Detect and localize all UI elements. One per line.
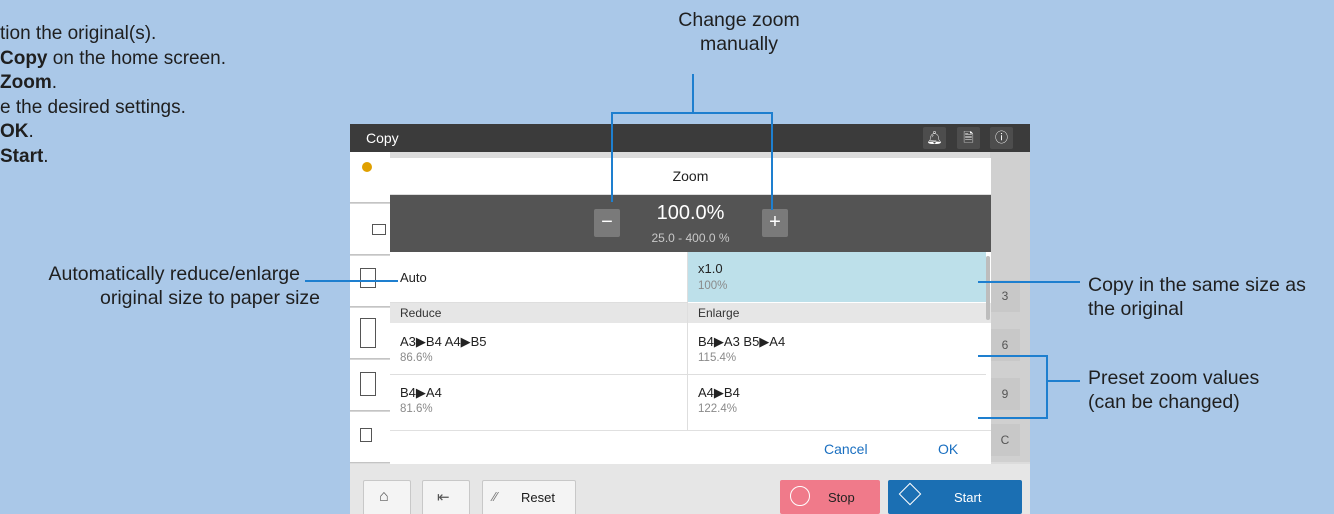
step-4: e the desired settings. — [0, 96, 186, 118]
zoom-page-icon — [360, 318, 376, 348]
cancel-button[interactable]: Cancel — [824, 441, 868, 457]
zoom-callout-bar — [611, 112, 773, 114]
start-icon — [898, 482, 922, 506]
finishing-icon — [360, 428, 372, 442]
step-3: Zoom. — [0, 72, 57, 93]
exit-button[interactable]: ⇤ — [422, 480, 470, 514]
exit-icon: ⇤ — [437, 489, 450, 506]
keypad-9[interactable]: 9 — [990, 378, 1020, 410]
stop-icon — [790, 486, 810, 506]
same-size-annotation: Copy in the same size as the original — [1088, 274, 1306, 320]
auto-callout-line — [305, 280, 398, 282]
duplex-icon — [372, 224, 386, 235]
step-5: OK. — [0, 121, 34, 142]
start-button[interactable]: Start — [888, 480, 1022, 514]
zoom-callout-left — [611, 112, 613, 202]
preset-callout-line — [1046, 380, 1080, 382]
reset-icon: ⁄⁄ — [493, 489, 498, 504]
layout-tile[interactable] — [350, 360, 390, 411]
preset-bracket-bottom — [978, 417, 1048, 419]
paper-icon — [360, 268, 376, 288]
instruction-steps: tion the original(s). Copy on the home s… — [0, 22, 226, 169]
auto-option[interactable]: Auto — [390, 252, 687, 303]
preset-annotation: Preset zoom values (can be changed) — [1088, 367, 1260, 413]
change-zoom-annotation: Change zoom manually — [678, 9, 800, 55]
bell-icon[interactable]: 🔔︎ — [923, 127, 946, 149]
step-2: Copy on the home screen. — [0, 47, 226, 69]
list-scrollbar[interactable] — [986, 256, 990, 320]
preset-b4-a4[interactable]: B4▶A4 81.6% — [390, 375, 687, 430]
reduce-header: Reduce — [390, 303, 687, 323]
left-function-column — [350, 152, 390, 463]
zoom-callout-right — [771, 112, 773, 210]
stop-button[interactable]: Stop — [780, 480, 880, 514]
finishing-tile[interactable] — [350, 412, 390, 463]
step-6: Start. — [0, 145, 49, 167]
enlarge-header: Enlarge — [688, 303, 991, 323]
auto-annotation: Automatically reduce/enlarge original si… — [48, 263, 321, 309]
step-1: tion the original(s). — [0, 23, 157, 44]
zoom-tile[interactable] — [350, 308, 390, 359]
home-icon: ⌂ — [379, 488, 389, 505]
color-mode-tile[interactable] — [350, 152, 390, 203]
top-bar: Copy 🔔︎ 🗎 ⓘ — [350, 124, 1030, 152]
reset-button[interactable]: ⁄⁄ Reset — [482, 480, 576, 514]
bottom-bar: ⌂ ⇤ ⁄⁄ Reset Stop Start — [350, 464, 1030, 514]
info-icon[interactable]: ⓘ — [990, 127, 1013, 149]
keypad-3[interactable]: 3 — [990, 280, 1020, 312]
preset-bracket-top — [978, 355, 1048, 357]
x1-option[interactable]: x1.0 100% — [688, 252, 986, 302]
duplex-tile[interactable] — [350, 204, 390, 255]
job-status-icon[interactable]: 🗎 — [957, 127, 980, 149]
color-icon — [362, 162, 372, 172]
layout-icon — [360, 372, 376, 396]
zoom-value-bar: − 100.0% 25.0 - 400.0 % + — [390, 195, 991, 252]
same-size-callout-line — [978, 281, 1080, 283]
column-divider — [687, 252, 688, 430]
ok-button[interactable]: OK — [938, 441, 958, 457]
copy-screen: Copy 🔔︎ 🗎 ⓘ 3 6 9 C Zoom − 100.0% 25.0 -… — [350, 124, 1030, 514]
preset-bracket-vert — [1046, 355, 1048, 419]
preset-a3-b4[interactable]: A3▶B4 A4▶B5 86.6% — [390, 324, 687, 375]
zoom-options-list: Auto x1.0 100% Reduce Enlarge A3▶B4 A4▶B… — [390, 252, 991, 430]
dialog-title: Zoom — [390, 158, 991, 195]
zoom-callout-stem — [692, 74, 694, 112]
zoom-dialog: Zoom − 100.0% 25.0 - 400.0 % + Auto x1.0… — [390, 158, 991, 464]
zoom-value[interactable]: 100.0% — [390, 202, 991, 225]
zoom-increase-button[interactable]: + — [762, 209, 788, 237]
screen-title: Copy — [366, 130, 399, 146]
dialog-footer: Cancel OK — [390, 430, 991, 465]
preset-b4-a3[interactable]: B4▶A3 B5▶A4 115.4% — [688, 324, 986, 375]
preset-a4-b4[interactable]: A4▶B4 122.4% — [688, 375, 986, 430]
home-button[interactable]: ⌂ — [363, 480, 411, 514]
keypad-clear[interactable]: C — [990, 424, 1020, 456]
zoom-range: 25.0 - 400.0 % — [651, 231, 730, 245]
